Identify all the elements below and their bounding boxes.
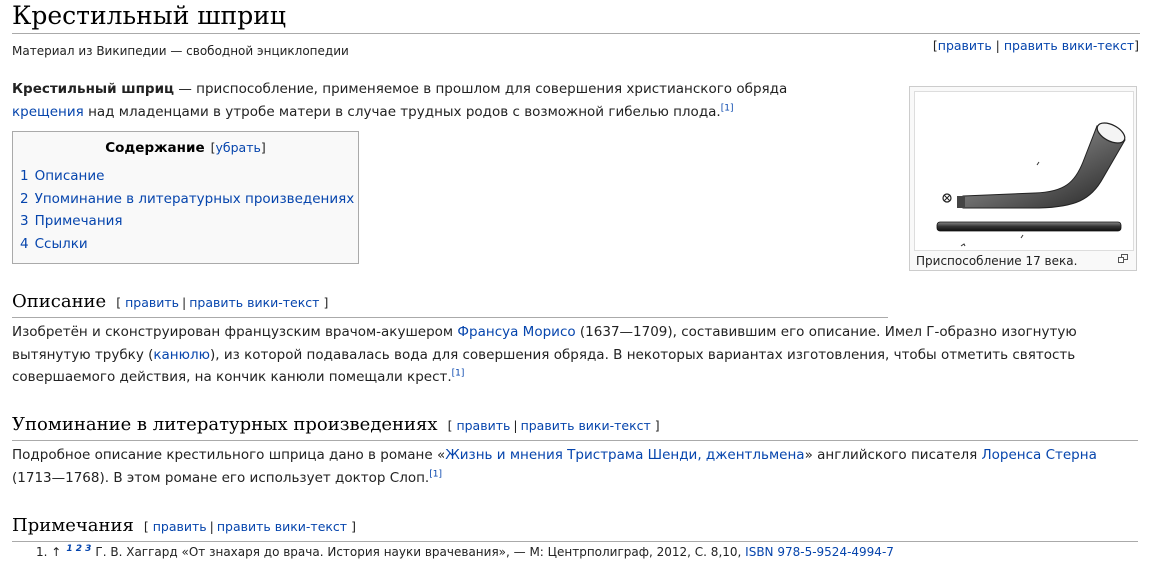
edit-wikitext-link[interactable]: править вики-текст — [189, 295, 319, 310]
table-of-contents: Содержание [убрать] 1 Описание 2 Упоминание… — [12, 131, 359, 264]
description-paragraph: Изобретён и сконструирован французским в… — [12, 324, 1077, 385]
backlink[interactable]: 1 — [66, 544, 72, 554]
figure-caption: Приспособление 17 века. — [916, 254, 1078, 268]
section-edit-links: [ править | править вики-текст ] — [116, 295, 329, 310]
toc-item[interactable]: 2 Упоминание в литературных произведениях — [20, 188, 354, 211]
link-baptism[interactable]: крещения — [12, 104, 84, 120]
section-edit-links: [ править | править вики-текст ] — [143, 519, 356, 534]
toc-item[interactable]: 1 Описание — [20, 165, 354, 188]
article-page: Крестильный шприц Материал из Википедии … — [0, 0, 1157, 586]
toc-hide-link[interactable]: убрать — [216, 140, 261, 155]
section-heading-description: Описание[ править | править вики-текст ] — [12, 290, 888, 318]
ref-link[interactable]: [1] — [429, 469, 442, 479]
back-arrow-icon: ↑ — [51, 545, 62, 559]
edit-wikitext-link[interactable]: править вики-текст — [1004, 38, 1134, 53]
syringe-image[interactable] — [914, 91, 1134, 251]
link-author[interactable]: Лоренса Стерна — [981, 447, 1096, 463]
backlink[interactable]: 2 — [76, 544, 82, 554]
toc-item[interactable]: 3 Примечания — [20, 210, 354, 233]
isbn-link[interactable]: ISBN 978-5-9524-4994-7 — [745, 545, 894, 559]
toc-list: 1 Описание 2 Упоминание в литературных про… — [20, 165, 354, 255]
figure-thumbnail: Приспособление 17 века. — [909, 86, 1137, 271]
section-edit-links: [ править | править вики-текст ] — [447, 418, 660, 433]
site-subtitle: Материал из Википедии — свободной энцикл… — [12, 44, 349, 58]
ref-link[interactable]: [1] — [721, 103, 734, 113]
reference-number: 1. — [36, 545, 48, 559]
backlink[interactable]: 3 — [85, 544, 91, 554]
edit-link[interactable]: править — [938, 38, 992, 53]
edit-link[interactable]: править — [125, 295, 179, 310]
magnify-icon[interactable] — [1118, 254, 1128, 263]
link-cannula[interactable]: канюлю — [153, 347, 210, 363]
references-list: 1. ↑ 1 2 3 Г. В. Хаггард «От знахаря до вр… — [36, 544, 894, 559]
edit-wikitext-link[interactable]: править вики-текст — [521, 418, 651, 433]
edit-link[interactable]: править — [153, 519, 207, 534]
toc-item[interactable]: 4 Ссылки — [20, 233, 354, 256]
reference-text: Г. В. Хаггард «От знахаря до врача. Исто… — [95, 545, 746, 559]
intro-bold-term: Крестильный шприц — [12, 81, 175, 97]
intro-paragraph: Крестильный шприц — приспособление, прим… — [12, 81, 788, 120]
section-heading-literature: Упоминание в литературных произведениях[… — [12, 413, 1138, 441]
page-edit-links: [править | править вики-текст] — [932, 38, 1139, 53]
edit-wikitext-link[interactable]: править вики-текст — [217, 519, 347, 534]
backlinks: 1 2 3 — [66, 544, 91, 554]
toc-hide-toggle[interactable]: [убрать] — [211, 140, 266, 155]
toc-title: Содержание — [105, 140, 205, 156]
page-title: Крестильный шприц — [12, 0, 1140, 34]
section-heading-notes: Примечания[ править | править вики-текст ] — [12, 514, 1138, 542]
link-novel[interactable]: Жизнь и мнения Тристрама Шенди, джентльм… — [445, 447, 804, 463]
edit-link[interactable]: править — [456, 418, 510, 433]
ref-link[interactable]: [1] — [452, 369, 465, 379]
literature-paragraph: Подробное описание крестильного шприца д… — [12, 447, 1097, 486]
link-person[interactable]: Франсуа Морисо — [457, 324, 575, 340]
